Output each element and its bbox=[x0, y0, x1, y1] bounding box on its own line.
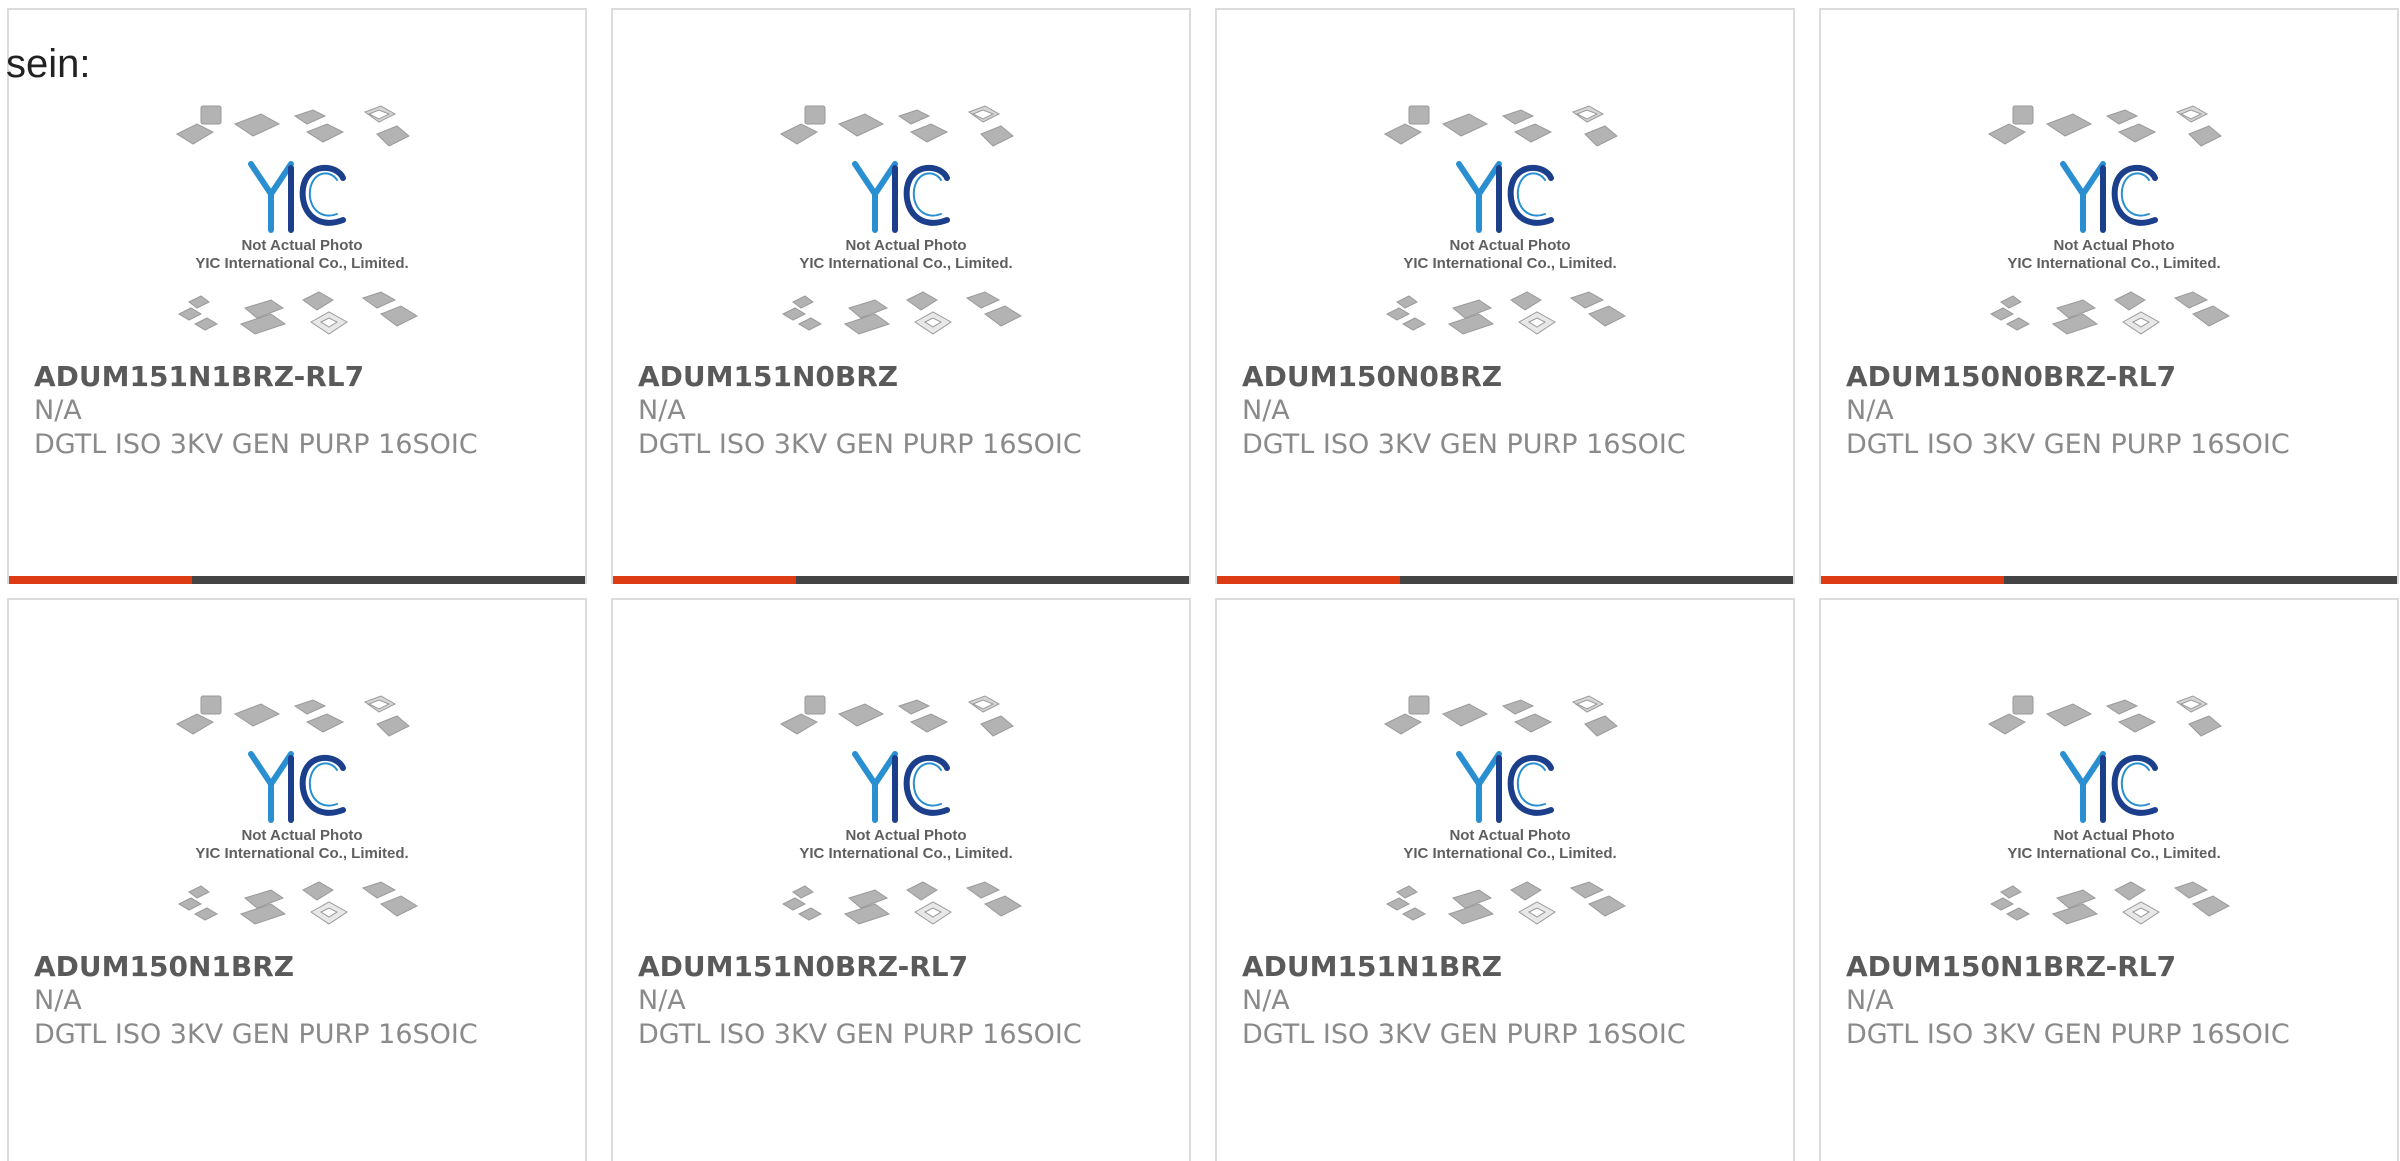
placeholder-caption-line1: Not Actual Photo bbox=[845, 237, 966, 254]
product-grid: Not Actual Photo YIC International Co., … bbox=[0, 0, 2400, 1161]
yic-logo bbox=[1456, 161, 1554, 233]
manufacturer: N/A bbox=[1846, 395, 1894, 426]
description: DGTL ISO 3KV GEN PURP 16SOIC bbox=[1242, 1019, 1686, 1050]
yic-logo bbox=[248, 751, 346, 823]
part-number[interactable]: ADUM151N1BRZ bbox=[1242, 950, 1502, 984]
placeholder-caption-line1: Not Actual Photo bbox=[2053, 237, 2174, 254]
manufacturer: N/A bbox=[638, 985, 686, 1016]
yic-logo bbox=[1456, 751, 1554, 823]
placeholder-product-image: Not Actual Photo YIC International Co., … bbox=[779, 105, 1023, 335]
card-bottom-bar bbox=[9, 576, 585, 584]
product-card[interactable]: Not Actual Photo YIC International Co., … bbox=[7, 598, 587, 1161]
placeholder-caption-line2: YIC International Co., Limited. bbox=[2007, 845, 2220, 862]
placeholder-product-image: Not Actual Photo YIC International Co., … bbox=[1987, 695, 2231, 925]
description: DGTL ISO 3KV GEN PURP 16SOIC bbox=[638, 429, 1082, 460]
card-bottom-bar-accent bbox=[613, 576, 796, 584]
placeholder-caption-line1: Not Actual Photo bbox=[845, 827, 966, 844]
placeholder-caption-line1: Not Actual Photo bbox=[2053, 827, 2174, 844]
product-grid-page: sein: Not Actual Photo YIC International… bbox=[0, 0, 2400, 1161]
placeholder-product-image: Not Actual Photo YIC International Co., … bbox=[1987, 105, 2231, 335]
placeholder-caption-line2: YIC International Co., Limited. bbox=[1403, 845, 1616, 862]
card-bottom-bar-accent bbox=[9, 576, 192, 584]
part-number[interactable]: ADUM151N0BRZ bbox=[638, 360, 898, 394]
yic-logo bbox=[852, 161, 950, 233]
description: DGTL ISO 3KV GEN PURP 16SOIC bbox=[34, 429, 478, 460]
yic-logo bbox=[2060, 751, 2158, 823]
placeholder-caption-line1: Not Actual Photo bbox=[1449, 237, 1570, 254]
placeholder-caption-line1: Not Actual Photo bbox=[1449, 827, 1570, 844]
placeholder-caption-line1: Not Actual Photo bbox=[241, 827, 362, 844]
description: DGTL ISO 3KV GEN PURP 16SOIC bbox=[1846, 429, 2290, 460]
yic-logo bbox=[2060, 161, 2158, 233]
placeholder-caption-line2: YIC International Co., Limited. bbox=[195, 255, 408, 272]
manufacturer: N/A bbox=[34, 395, 82, 426]
manufacturer: N/A bbox=[638, 395, 686, 426]
placeholder-caption-line2: YIC International Co., Limited. bbox=[799, 255, 1012, 272]
manufacturer: N/A bbox=[1242, 395, 1290, 426]
card-bottom-bar bbox=[1821, 576, 2397, 584]
card-bottom-bar-accent bbox=[1217, 576, 1400, 584]
placeholder-caption-line1: Not Actual Photo bbox=[241, 237, 362, 254]
yic-logo bbox=[852, 751, 950, 823]
manufacturer: N/A bbox=[1242, 985, 1290, 1016]
card-bottom-bar-accent bbox=[1821, 576, 2004, 584]
part-number[interactable]: ADUM151N0BRZ-RL7 bbox=[638, 950, 968, 984]
card-bottom-bar bbox=[1217, 576, 1793, 584]
manufacturer: N/A bbox=[34, 985, 82, 1016]
placeholder-caption-line2: YIC International Co., Limited. bbox=[799, 845, 1012, 862]
placeholder-caption-line2: YIC International Co., Limited. bbox=[2007, 255, 2220, 272]
product-card[interactable]: Not Actual Photo YIC International Co., … bbox=[1819, 598, 2399, 1161]
yic-logo bbox=[248, 161, 346, 233]
intro-text: sein: bbox=[6, 42, 91, 86]
manufacturer: N/A bbox=[1846, 985, 1894, 1016]
description: DGTL ISO 3KV GEN PURP 16SOIC bbox=[1846, 1019, 2290, 1050]
part-number[interactable]: ADUM150N1BRZ-RL7 bbox=[1846, 950, 2176, 984]
part-number[interactable]: ADUM150N1BRZ bbox=[34, 950, 294, 984]
placeholder-product-image: Not Actual Photo YIC International Co., … bbox=[1383, 105, 1627, 335]
product-card[interactable]: Not Actual Photo YIC International Co., … bbox=[611, 598, 1191, 1161]
description: DGTL ISO 3KV GEN PURP 16SOIC bbox=[34, 1019, 478, 1050]
placeholder-product-image: Not Actual Photo YIC International Co., … bbox=[175, 695, 419, 925]
placeholder-caption-line2: YIC International Co., Limited. bbox=[195, 845, 408, 862]
part-number[interactable]: ADUM150N0BRZ-RL7 bbox=[1846, 360, 2176, 394]
product-card[interactable]: Not Actual Photo YIC International Co., … bbox=[7, 8, 587, 584]
part-number[interactable]: ADUM150N0BRZ bbox=[1242, 360, 1502, 394]
placeholder-product-image: Not Actual Photo YIC International Co., … bbox=[1383, 695, 1627, 925]
description: DGTL ISO 3KV GEN PURP 16SOIC bbox=[1242, 429, 1686, 460]
placeholder-product-image: Not Actual Photo YIC International Co., … bbox=[779, 695, 1023, 925]
part-number[interactable]: ADUM151N1BRZ-RL7 bbox=[34, 360, 364, 394]
product-card[interactable]: Not Actual Photo YIC International Co., … bbox=[1215, 598, 1795, 1161]
placeholder-caption-line2: YIC International Co., Limited. bbox=[1403, 255, 1616, 272]
product-card[interactable]: Not Actual Photo YIC International Co., … bbox=[611, 8, 1191, 584]
product-card[interactable]: Not Actual Photo YIC International Co., … bbox=[1215, 8, 1795, 584]
description: DGTL ISO 3KV GEN PURP 16SOIC bbox=[638, 1019, 1082, 1050]
card-bottom-bar bbox=[613, 576, 1189, 584]
placeholder-product-image: Not Actual Photo YIC International Co., … bbox=[175, 105, 419, 335]
product-card[interactable]: Not Actual Photo YIC International Co., … bbox=[1819, 8, 2399, 584]
